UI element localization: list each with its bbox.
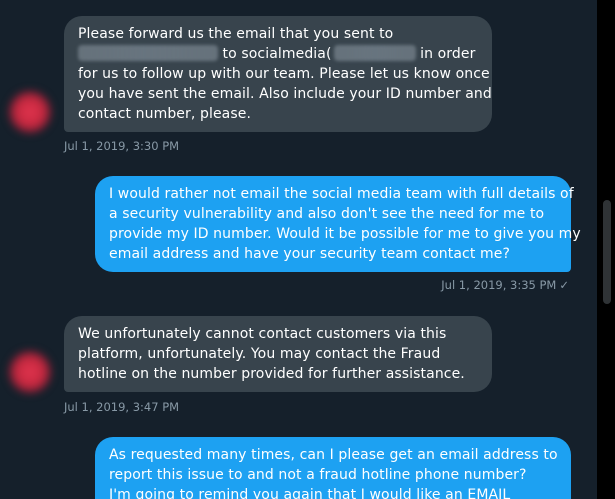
message-line: to socialmedia( in order bbox=[78, 44, 478, 64]
outgoing-message-bubble[interactable]: I would rather not email the social medi… bbox=[95, 176, 581, 272]
message-line: I would rather not email the social medi… bbox=[109, 186, 574, 202]
sender-avatar[interactable] bbox=[8, 90, 52, 134]
message-line: for us to follow up with our team. Pleas… bbox=[78, 66, 490, 82]
message-line: Please forward us the email that you sen… bbox=[78, 26, 394, 42]
redacted-email-domain bbox=[333, 45, 416, 61]
incoming-message-bubble[interactable]: Please forward us the email that you sen… bbox=[64, 16, 492, 132]
message-timestamp-row: Jul 1, 2019, 3:35 PM ✓ bbox=[441, 277, 569, 293]
message-line: email address and have your security tea… bbox=[109, 246, 510, 262]
redacted-email bbox=[78, 45, 218, 61]
incoming-message-bubble[interactable]: We unfortunately cannot contact customer… bbox=[64, 316, 492, 392]
scrollbar-thumb[interactable] bbox=[603, 200, 611, 304]
scrollbar-track[interactable] bbox=[597, 0, 615, 499]
outgoing-message-bubble[interactable]: As requested many times, can I please ge… bbox=[95, 437, 571, 499]
sender-avatar[interactable] bbox=[8, 350, 52, 394]
message-line: you have sent the email. Also include yo… bbox=[78, 86, 492, 102]
message-line: report this issue to and not a fraud hot… bbox=[109, 467, 527, 483]
message-line: As requested many times, can I please ge… bbox=[109, 447, 558, 463]
message-text: to socialmedia( bbox=[218, 46, 332, 62]
message-timestamp: Jul 1, 2019, 3:35 PM bbox=[441, 278, 557, 292]
message-timestamp: Jul 1, 2019, 3:30 PM bbox=[64, 139, 180, 153]
message-line: platform, unfortunately. You may contact… bbox=[78, 346, 441, 362]
message-line: provide my ID number. Would it be possib… bbox=[109, 226, 581, 242]
message-line: hotline on the number provided for furth… bbox=[78, 366, 465, 382]
read-check-icon: ✓ bbox=[559, 278, 569, 292]
message-timestamp: Jul 1, 2019, 3:47 PM bbox=[64, 400, 180, 414]
dm-conversation: Please forward us the email that you sen… bbox=[0, 0, 615, 499]
message-line: a security vulnerability and also don't … bbox=[109, 206, 545, 222]
message-line: We unfortunately cannot contact customer… bbox=[78, 326, 447, 342]
message-text: in order bbox=[420, 46, 476, 62]
message-line: contact number, please. bbox=[78, 106, 252, 122]
message-line: I'm going to remind you again that I wou… bbox=[109, 487, 511, 499]
